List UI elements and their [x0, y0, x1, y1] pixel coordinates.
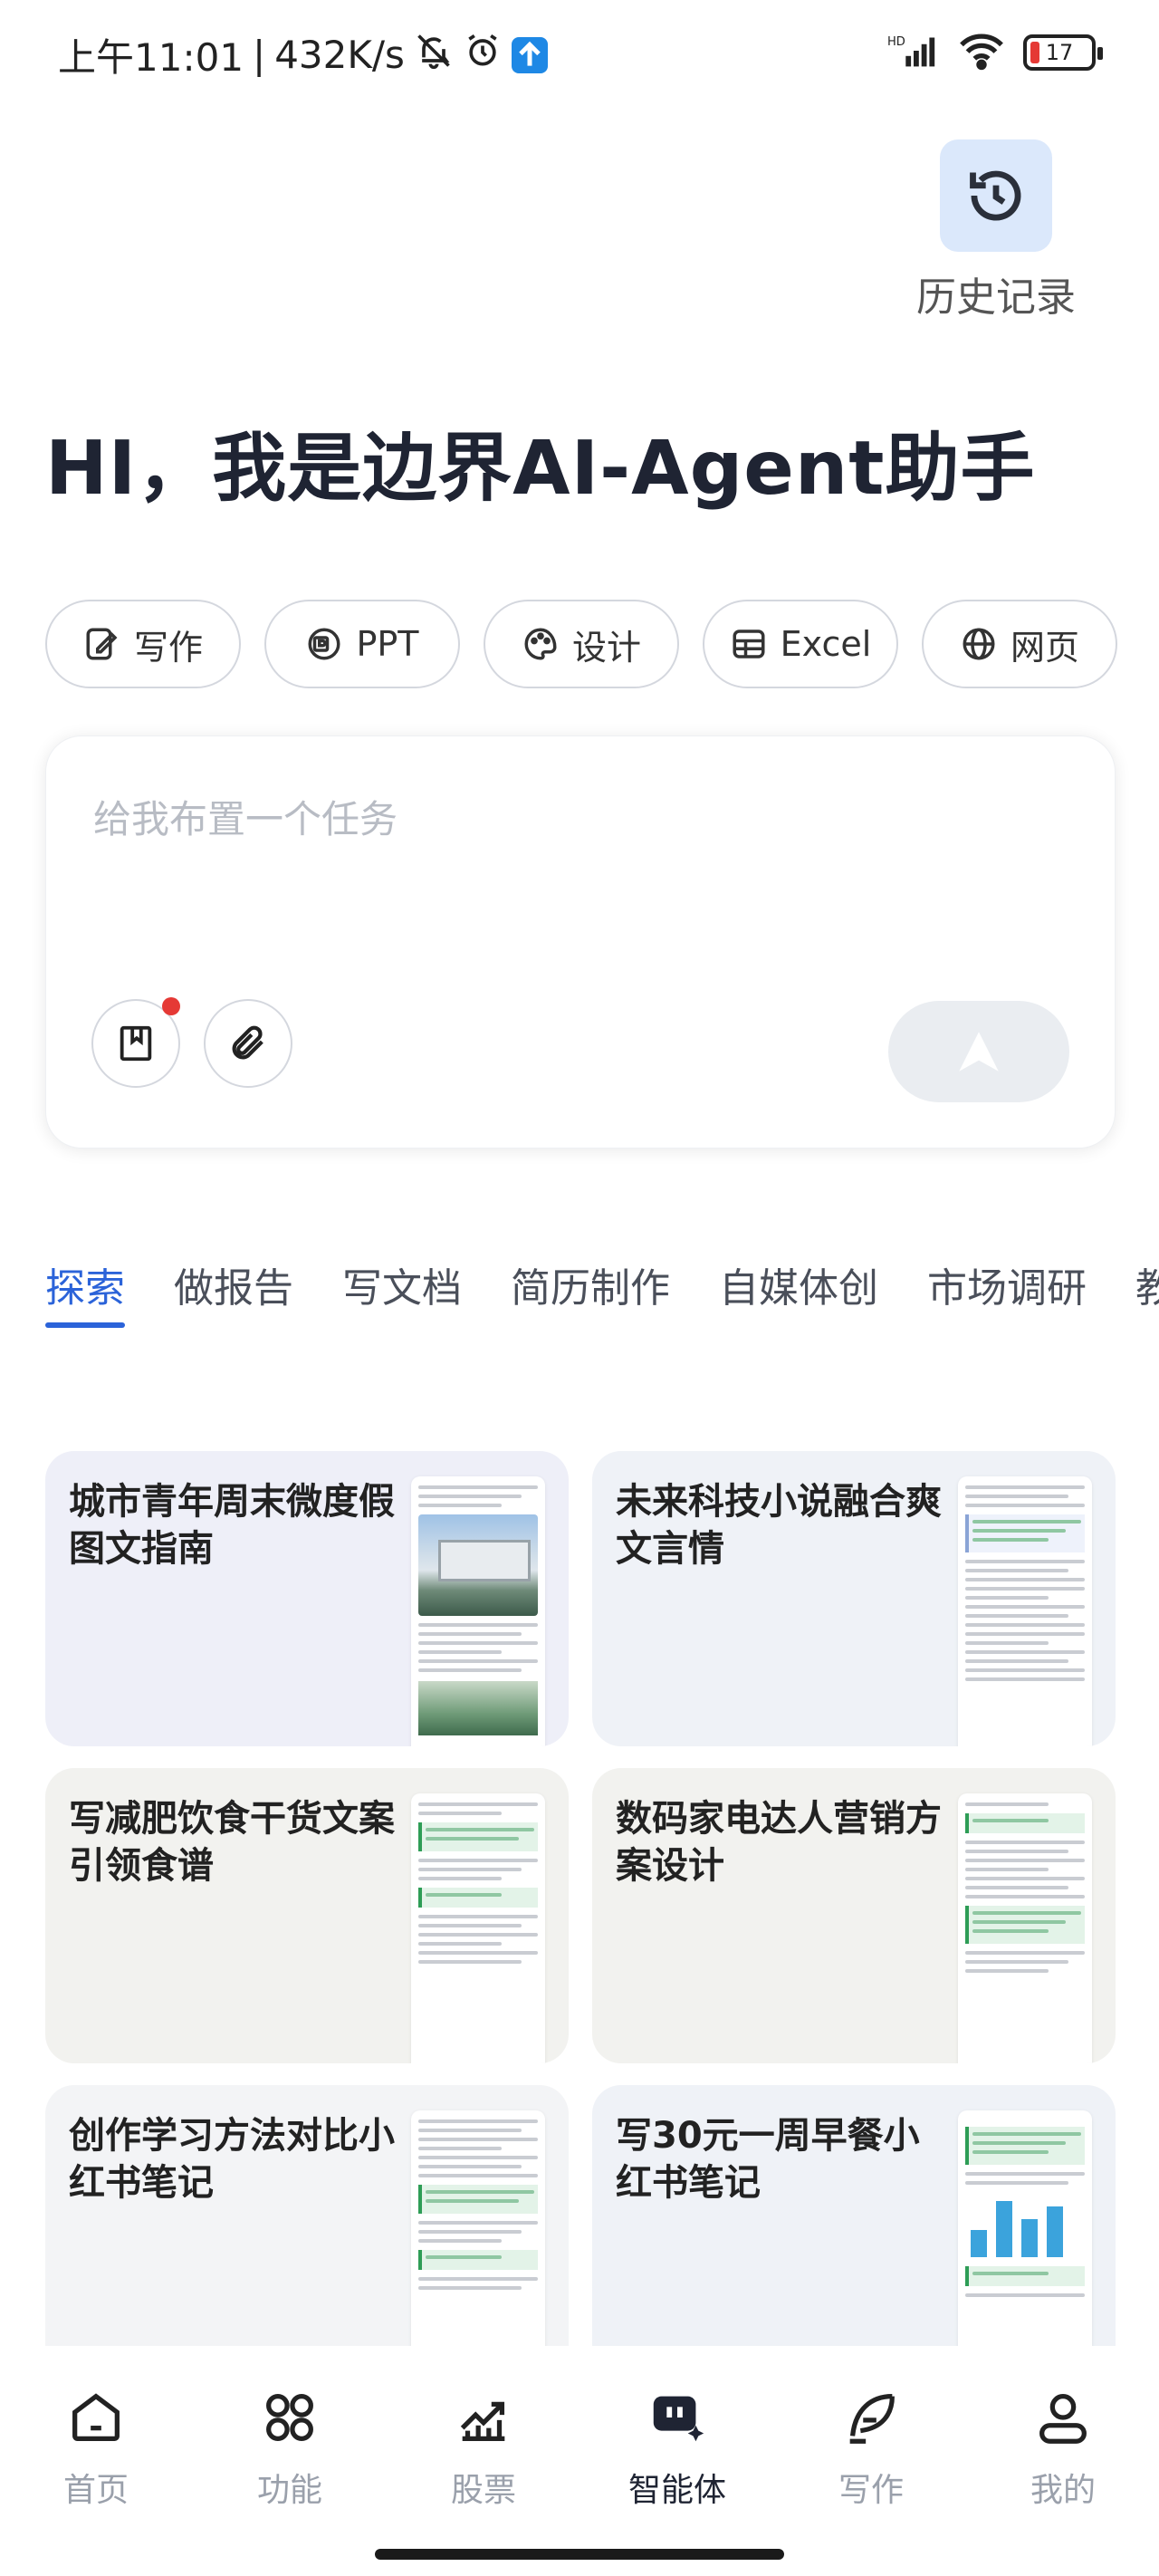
tool-chip-webpage[interactable]: 网页	[922, 600, 1117, 688]
card-title: 写减肥饮食干货文案引领食谱	[69, 1798, 395, 1887]
svg-text:HD: HD	[887, 35, 905, 49]
tool-chip-label: PPT	[356, 624, 419, 664]
alarm-icon	[463, 31, 503, 80]
stock-chart-icon	[460, 2401, 505, 2441]
template-card[interactable]: 未来科技小说融合爽文言情	[592, 1451, 1116, 1746]
tool-chip-label: Excel	[780, 624, 872, 664]
paperclip-icon	[232, 1025, 263, 1060]
template-card[interactable]: 写减肥饮食干货文案引领食谱	[45, 1768, 569, 2063]
card-preview-image	[411, 1793, 545, 2063]
status-right: HD 17	[887, 31, 1103, 74]
card-title: 未来科技小说融合爽文言情	[616, 1481, 942, 1570]
card-title: 创作学习方法对比小红书笔记	[69, 2115, 395, 2204]
history-label: 历史记录	[916, 274, 1076, 321]
tool-chip-label: 写作	[133, 627, 203, 668]
card-preview-image	[958, 2110, 1092, 2380]
status-divider: |	[253, 33, 266, 77]
card-preview-image	[411, 1476, 545, 1746]
agent-icon	[653, 2396, 704, 2442]
tab-report[interactable]: 做报告	[174, 1255, 293, 1328]
tab-resume[interactable]: 简历制作	[511, 1255, 670, 1328]
bottom-nav: 首页 功能 股票 智能体 写作 我的	[0, 2346, 1159, 2576]
template-card[interactable]: 创作学习方法对比小红书笔记	[45, 2085, 569, 2380]
upload-icon	[511, 36, 548, 73]
card-preview-image	[958, 1476, 1092, 1746]
globe-icon	[963, 628, 995, 660]
quill-icon	[849, 2394, 895, 2444]
card-title: 数码家电达人营销方案设计	[616, 1798, 942, 1887]
table-icon	[733, 630, 765, 658]
task-input[interactable]: 给我布置一个任务	[93, 789, 398, 844]
status-time: 上午11:01	[58, 35, 244, 80]
history-button[interactable]: 历史记录	[916, 139, 1076, 322]
profile-icon	[1039, 2394, 1087, 2444]
notification-dot	[162, 997, 180, 1015]
palette-icon	[524, 628, 557, 660]
tab-market-research[interactable]: 市场调研	[927, 1255, 1087, 1328]
greeting-title: HI，我是边界AI-Agent助手	[45, 426, 1036, 512]
nav-features[interactable]: 功能	[235, 2386, 344, 2511]
nav-label: 功能	[256, 2472, 322, 2509]
bookmark-icon	[120, 1025, 152, 1062]
nav-home[interactable]: 首页	[42, 2386, 150, 2511]
send-arrow-icon	[959, 1032, 999, 1072]
tool-chip-excel[interactable]: Excel	[703, 600, 898, 688]
tab-self-media[interactable]: 自媒体创	[719, 1255, 878, 1328]
bookmark-button[interactable]	[91, 997, 180, 1088]
tab-document[interactable]: 写文档	[342, 1255, 462, 1328]
template-card[interactable]: 数码家电达人营销方案设计	[592, 1768, 1116, 2063]
card-preview-image	[958, 1793, 1092, 2063]
task-input-card: 给我布置一个任务	[45, 735, 1116, 1149]
status-bar: 上午11:01 | 432K/s HD 17	[0, 0, 1159, 109]
nav-label: 写作	[838, 2472, 904, 2509]
tool-chip-label: 设计	[571, 627, 641, 668]
tab-explore[interactable]: 探索	[45, 1255, 125, 1328]
send-button[interactable]	[888, 1001, 1069, 1102]
nav-profile[interactable]: 我的	[1009, 2386, 1117, 2511]
tool-chip-label: 网页	[1010, 627, 1079, 668]
nav-stocks[interactable]: 股票	[429, 2386, 538, 2511]
tool-chip-writing[interactable]: 写作	[45, 600, 241, 688]
grid-icon	[266, 2394, 313, 2441]
status-left: 上午11:01 | 432K/s	[58, 27, 548, 82]
pen-icon	[86, 628, 118, 660]
nav-writing[interactable]: 写作	[817, 2386, 925, 2511]
wifi-icon	[956, 31, 1007, 74]
card-title: 城市青年周末微度假图文指南	[69, 1481, 395, 1570]
status-speed: 432K/s	[274, 33, 405, 77]
signal-icon: HD	[887, 31, 940, 74]
mute-bell-icon	[414, 31, 454, 80]
battery-level: 17	[1045, 40, 1074, 65]
nav-label: 我的	[1030, 2472, 1096, 2509]
card-title: 写30元一周早餐小红书笔记	[616, 2115, 920, 2204]
card-preview-image	[411, 2110, 545, 2380]
tool-chip-ppt[interactable]: PPT	[264, 600, 460, 688]
attach-button[interactable]	[204, 999, 292, 1088]
template-card[interactable]: 城市青年周末微度假图文指南	[45, 1451, 569, 1746]
home-icon	[72, 2393, 120, 2441]
home-indicator[interactable]	[375, 2549, 784, 2560]
category-tabs: 探索 做报告 写文档 简历制作 自媒体创 市场调研 教学	[45, 1255, 1159, 1328]
nav-label: 首页	[62, 2472, 129, 2509]
tool-chip-design[interactable]: 设计	[484, 600, 679, 688]
nav-agent[interactable]: 智能体	[623, 2386, 732, 2511]
nav-label: 智能体	[627, 2472, 726, 2509]
nav-label: 股票	[450, 2472, 516, 2509]
tab-teaching[interactable]: 教学	[1135, 1255, 1159, 1328]
ppt-icon	[308, 628, 340, 660]
history-icon[interactable]	[940, 139, 1052, 252]
template-card[interactable]: 写30元一周早餐小红书笔记	[592, 2085, 1116, 2380]
tool-chips: 写作 PPT 设计 Excel 网页	[45, 600, 1117, 688]
battery-icon: 17	[1023, 34, 1103, 71]
